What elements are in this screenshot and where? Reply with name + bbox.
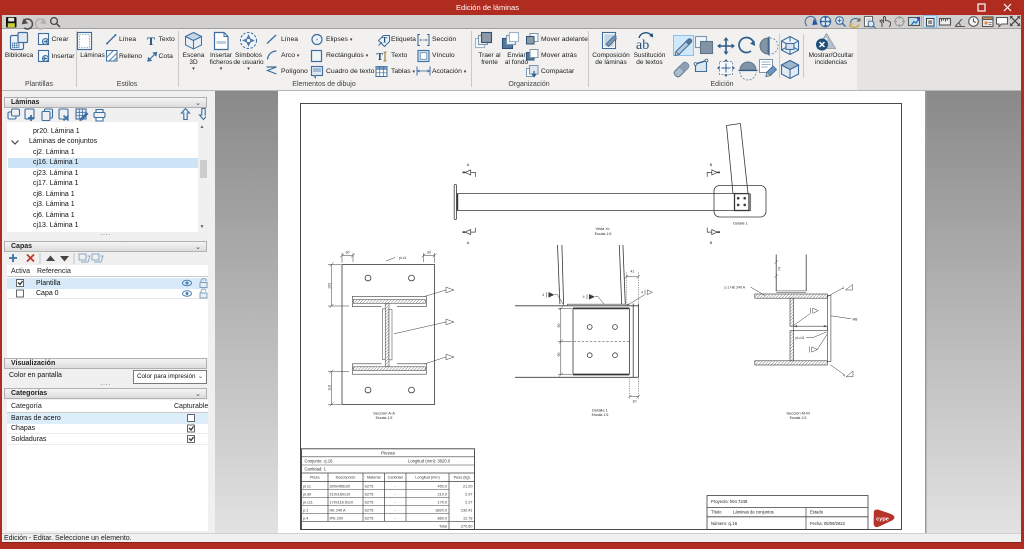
svg-text:Vista X/-: Vista X/- <box>595 226 611 231</box>
svg-text:41: 41 <box>630 270 634 274</box>
svg-text:pl.c1: pl.c1 <box>399 256 406 260</box>
svg-text:Proyecto: h04 7248: Proyecto: h04 7248 <box>711 499 748 504</box>
svg-text:S275: S275 <box>365 485 374 489</box>
svg-text:A: A <box>467 162 470 167</box>
svg-text:Detalle 1: Detalle 1 <box>592 408 609 413</box>
svg-text:Pieza: Pieza <box>310 476 320 480</box>
svg-text:ab: ab <box>636 38 649 53</box>
svg-text:pl.d9: pl.d9 <box>303 493 311 497</box>
svg-text:Total: Total <box>439 525 447 529</box>
svg-text:pl.c1: pl.c1 <box>303 485 311 489</box>
svg-text:Detalle 1: Detalle 1 <box>733 222 747 226</box>
svg-text:Escala 1:5: Escala 1:5 <box>595 232 612 236</box>
svg-text:IPE 200: IPE 200 <box>330 517 344 521</box>
svg-text:T: T <box>382 36 388 45</box>
svg-text:M8: M8 <box>853 318 858 322</box>
svg-text:170x116.5x10: 170x116.5x10 <box>330 501 354 505</box>
svg-text:450.0: 450.0 <box>437 485 447 489</box>
svg-text:30: 30 <box>427 251 431 255</box>
svg-text:Cantidad: Cantidad <box>388 476 403 480</box>
svg-text:Láminas de conjuntos: Láminas de conjuntos <box>733 510 774 515</box>
svg-text:pl.c11: pl.c11 <box>796 336 805 340</box>
svg-text:Conjunto: cj.16: Conjunto: cj.16 <box>305 459 334 464</box>
svg-text:860.0: 860.0 <box>437 517 447 521</box>
svg-text:118: 118 <box>328 385 332 391</box>
svg-text:4: 4 <box>542 293 544 297</box>
svg-text:Sección A-A: Sección A-A <box>373 411 395 416</box>
svg-text:T: T <box>147 34 155 48</box>
svg-text:Escala 1:5: Escala 1:5 <box>376 416 393 420</box>
svg-text:p.4: p.4 <box>303 517 308 521</box>
svg-text:Longitud (mm): Longitud (mm) <box>415 476 440 480</box>
svg-text:S275: S275 <box>365 493 374 497</box>
svg-text:Longitud (mm): 3820.0: Longitud (mm): 3820.0 <box>408 459 451 464</box>
svg-text:p.1 HE 240 A: p.1 HE 240 A <box>725 286 746 290</box>
svg-text:74: 74 <box>777 267 781 271</box>
svg-text:20: 20 <box>633 400 637 404</box>
svg-text:210.0: 210.0 <box>437 493 447 497</box>
svg-text:T: T <box>377 52 384 63</box>
svg-text:1: 1 <box>842 286 844 290</box>
svg-text:Escala 1:5: Escala 1:5 <box>790 416 807 420</box>
svg-text:30: 30 <box>346 251 350 255</box>
svg-text:2.97: 2.97 <box>465 493 472 497</box>
svg-text:p.1: p.1 <box>303 509 308 513</box>
svg-text:Sección M-M: Sección M-M <box>786 411 809 416</box>
svg-text:Fecha: 05/09/2022: Fecha: 05/09/2022 <box>810 521 846 526</box>
svg-text:Estado: Estado <box>810 510 824 515</box>
svg-text:90: 90 <box>557 324 561 328</box>
svg-text:210x160x10: 210x160x10 <box>330 493 351 497</box>
svg-text:300x456x20: 300x456x20 <box>330 485 351 489</box>
svg-text:HE 240 A: HE 240 A <box>330 509 347 513</box>
svg-text:cype: cype <box>876 517 889 523</box>
svg-text:Material: Material <box>367 476 381 480</box>
svg-text:4: 4 <box>583 295 585 299</box>
svg-text:S275: S275 <box>365 509 374 513</box>
svg-text:170.0: 170.0 <box>437 501 447 505</box>
svg-text:21.20: 21.20 <box>463 485 473 489</box>
svg-text:Título: Título <box>711 510 722 515</box>
svg-text:S275: S275 <box>365 501 374 505</box>
svg-text:A: A <box>467 240 470 245</box>
svg-text:4: 4 <box>641 291 643 295</box>
svg-text:193: 193 <box>328 283 332 289</box>
svg-text:230.41: 230.41 <box>461 509 473 513</box>
svg-text:90: 90 <box>557 353 561 357</box>
svg-text:Descripción: Descripción <box>336 476 356 480</box>
svg-text:B: B <box>710 162 713 167</box>
svg-text:Cantidad: 1: Cantidad: 1 <box>305 467 327 472</box>
svg-text:270.60: 270.60 <box>461 525 473 529</box>
svg-text:S275: S275 <box>365 517 374 521</box>
svg-text:Escala 1:5: Escala 1:5 <box>592 413 609 417</box>
svg-text:Número: cj.16: Número: cj.16 <box>711 521 738 526</box>
svg-text:Piezas: Piezas <box>381 451 395 456</box>
svg-text:B: B <box>710 240 713 245</box>
svg-text:Peso (kg): Peso (kg) <box>454 476 471 480</box>
svg-text:2.27: 2.27 <box>465 501 472 505</box>
svg-text:pl.c11: pl.c11 <box>303 501 313 505</box>
svg-text:12.78: 12.78 <box>463 517 473 521</box>
svg-text:4: 4 <box>843 374 845 378</box>
svg-text:3820.0: 3820.0 <box>435 509 447 513</box>
